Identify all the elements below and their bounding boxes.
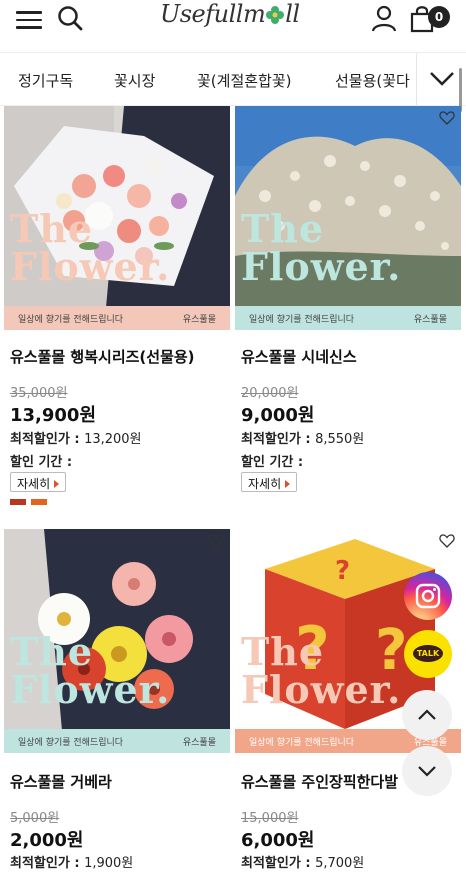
- scroll-top-button[interactable]: [402, 690, 452, 740]
- arrow-right-icon: [285, 480, 291, 488]
- overlay-word-the: The: [10, 206, 94, 251]
- logo-text-start: Usefullm: [160, 0, 266, 28]
- user-account-icon[interactable]: [370, 4, 398, 32]
- overlay-title: The Flower.: [10, 633, 170, 709]
- instagram-icon: [415, 583, 441, 609]
- best-price-value: 13,200원: [84, 432, 142, 447]
- discount-period-label: 할인 기간 :: [241, 455, 304, 470]
- best-price-value: 1,900원: [84, 856, 134, 871]
- product-name[interactable]: 유스풀몰 시네신스: [241, 346, 357, 367]
- best-price-row: 최적할인가 : 13,200원: [10, 428, 142, 447]
- wishlist-heart-icon[interactable]: [439, 533, 455, 549]
- product-name[interactable]: 유스풀몰 주인장픽한다발: [241, 771, 398, 792]
- kakao-talk-icon: TALK: [413, 645, 443, 662]
- search-icon[interactable]: [56, 4, 84, 32]
- hamburger-menu-icon[interactable]: [16, 8, 42, 30]
- sale-price: 13,900원: [10, 405, 97, 426]
- original-price: 15,000원: [241, 811, 299, 826]
- logo-text-end: ll: [285, 0, 300, 28]
- product-name[interactable]: 유스풀몰 행복시리즈(선물용): [10, 346, 195, 367]
- detail-button[interactable]: 자세히: [10, 472, 67, 492]
- caption-slogan: 일상에 향기를 전해드립니다: [18, 738, 124, 748]
- caption-brand: 유스풀몰: [413, 315, 447, 325]
- image-caption-bar: 일상에 향기를 전해드립니다 유스풀몰: [4, 306, 230, 330]
- color-swatch-red[interactable]: [10, 499, 26, 505]
- overlay-word-flower: Flower.: [10, 667, 171, 712]
- cart-count-badge: 0: [428, 6, 450, 28]
- original-price: 20,000원: [241, 386, 299, 401]
- overlay-title: The Flower.: [241, 633, 401, 709]
- wishlist-heart-icon[interactable]: [439, 110, 455, 126]
- category-nav: 정기구독 꽃시장 꽃(계절혼합꽃) 선물용(꽃다: [0, 52, 466, 106]
- caption-slogan: 일상에 향기를 전해드립니다: [18, 315, 124, 325]
- caption-brand: 유스풀몰: [182, 315, 216, 325]
- product-name[interactable]: 유스풀몰 거베라: [10, 771, 112, 792]
- best-price-row: 최적할인가 : 1,900원: [10, 852, 133, 871]
- best-price-row: 최적할인가 : 8,550원: [241, 428, 364, 447]
- best-price-value: 5,700원: [315, 856, 365, 871]
- best-price-label: 최적할인가 :: [241, 856, 316, 871]
- sale-price: 9,000원: [241, 405, 315, 426]
- site-logo[interactable]: Usefullm ll: [160, 0, 310, 34]
- overlay-word-the: The: [241, 629, 325, 674]
- color-swatch-orange[interactable]: [31, 499, 47, 505]
- arrow-right-icon: [54, 480, 60, 488]
- best-price-label: 최적할인가 :: [10, 432, 85, 447]
- product-image[interactable]: The Flower. 일상에 향기를 전해드립니다 유스풀몰: [235, 106, 461, 330]
- discount-period-label: 할인 기간 :: [10, 455, 73, 470]
- overlay-title: The Flower.: [10, 210, 170, 286]
- overlay-word-the: The: [10, 629, 94, 674]
- image-caption-bar: 일상에 향기를 전해드립니다 유스풀몰: [235, 306, 461, 330]
- logo-flower-icon: [266, 6, 285, 24]
- kakao-talk-button[interactable]: TALK: [404, 630, 452, 678]
- sale-price: 6,000원: [241, 830, 315, 851]
- category-tab-seasonal-mix[interactable]: 꽃(계절혼합꽃): [197, 70, 292, 91]
- overlay-title: The Flower.: [241, 210, 401, 286]
- scroll-bottom-button[interactable]: [402, 746, 452, 796]
- product-image[interactable]: The Flower. 일상에 향기를 전해드립니다 유스풀몰: [4, 106, 230, 330]
- category-tab-flower-market[interactable]: 꽃시장: [114, 70, 155, 91]
- image-caption-bar: 일상에 향기를 전해드립니다 유스풀몰: [4, 729, 230, 753]
- caption-slogan: 일상에 향기를 전해드립니다: [249, 315, 355, 325]
- best-price-label: 최적할인가 :: [10, 856, 85, 871]
- overlay-word-flower: Flower.: [241, 244, 402, 289]
- wishlist-heart-icon[interactable]: [208, 533, 224, 549]
- top-header: Usefullm ll 0: [0, 0, 466, 50]
- category-tab-gift[interactable]: 선물용(꽃다: [335, 70, 410, 91]
- chevron-up-icon: [418, 709, 436, 720]
- detail-button-label: 자세히: [248, 477, 282, 491]
- best-price-value: 8,550원: [315, 432, 365, 447]
- overlay-word-flower: Flower.: [10, 244, 171, 289]
- sale-price: 2,000원: [10, 830, 84, 851]
- best-price-label: 최적할인가 :: [241, 432, 316, 447]
- caption-slogan: 일상에 향기를 전해드립니다: [249, 738, 355, 748]
- detail-button-label: 자세히: [17, 477, 51, 491]
- overlay-word-flower: Flower.: [241, 667, 402, 712]
- svg-text:?: ?: [335, 556, 350, 586]
- product-image[interactable]: The Flower. 일상에 향기를 전해드립니다 유스풀몰: [4, 529, 230, 753]
- original-price: 5,000원: [10, 811, 60, 826]
- category-tab-subscription[interactable]: 정기구독: [18, 70, 73, 91]
- detail-button[interactable]: 자세히: [241, 472, 298, 492]
- instagram-button[interactable]: [404, 572, 452, 620]
- overlay-word-the: The: [241, 206, 325, 251]
- best-price-row: 최적할인가 : 5,700원: [241, 852, 364, 871]
- original-price: 35,000원: [10, 386, 68, 401]
- caption-brand: 유스풀몰: [182, 738, 216, 748]
- chevron-down-icon: [418, 766, 436, 777]
